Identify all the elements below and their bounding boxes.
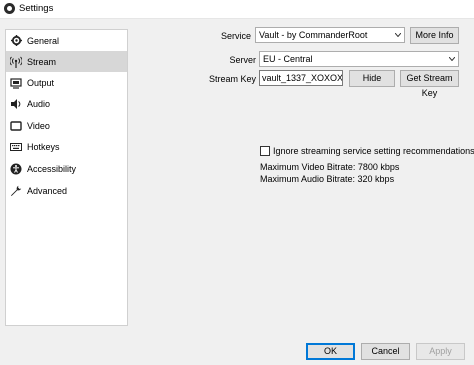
wrench-icon: [10, 185, 22, 197]
sidebar-item-label: General: [27, 35, 60, 46]
speaker-icon: [10, 98, 22, 110]
service-dropdown[interactable]: Vault - by CommanderRoot: [255, 27, 405, 43]
sidebar-item-general[interactable]: General: [6, 30, 127, 51]
sidebar-item-label: Stream: [27, 56, 57, 67]
monitor-icon: [10, 120, 22, 132]
max-audio-bitrate: Maximum Audio Bitrate: 320 kbps: [260, 174, 395, 184]
output-icon: [10, 77, 22, 89]
ignore-recommendations-label: Ignore streaming service setting recomme…: [273, 146, 474, 156]
sidebar-item-output[interactable]: Output: [6, 72, 127, 93]
sidebar-item-accessibility[interactable]: Accessibility: [6, 158, 127, 179]
service-label: Service: [220, 31, 251, 41]
sidebar-item-label: Hotkeys: [27, 141, 60, 152]
more-info-button[interactable]: More Info: [410, 27, 459, 44]
sidebar-item-stream[interactable]: Stream: [6, 51, 127, 72]
chevron-down-icon: [449, 57, 455, 61]
accessibility-icon: [10, 163, 22, 175]
obs-logo-icon: [4, 3, 15, 14]
sidebar-item-audio[interactable]: Audio: [6, 93, 127, 114]
antenna-icon: [10, 56, 22, 68]
title-bar: Settings: [0, 0, 474, 19]
sidebar-item-label: Advanced: [27, 185, 68, 196]
sidebar-item-label: Audio: [27, 98, 51, 109]
sidebar-item-label: Output: [27, 77, 55, 88]
hide-key-button[interactable]: Hide: [349, 70, 395, 87]
window-title: Settings: [19, 3, 54, 14]
cancel-button[interactable]: Cancel: [361, 343, 410, 360]
server-dropdown[interactable]: EU - Central: [259, 51, 459, 67]
sidebar-item-advanced[interactable]: Advanced: [6, 180, 127, 201]
server-value: EU - Central: [263, 54, 313, 64]
ignore-recommendations-checkbox[interactable]: [260, 146, 270, 156]
keyboard-icon: [10, 141, 22, 153]
stream-key-input[interactable]: vault_1337_XOXOXOX: [259, 70, 343, 86]
sidebar-item-hotkeys[interactable]: Hotkeys: [6, 136, 127, 157]
service-value: Vault - by CommanderRoot: [259, 30, 368, 40]
server-label: Server: [229, 55, 256, 65]
sidebar-item-video[interactable]: Video: [6, 115, 127, 136]
apply-button[interactable]: Apply: [416, 343, 465, 360]
gear-icon: [10, 35, 22, 47]
sidebar-item-label: Video: [27, 120, 50, 131]
ok-button[interactable]: OK: [306, 343, 355, 360]
settings-sidebar: General Stream Output Audio Video Hotkey…: [5, 29, 128, 326]
stream-key-label: Stream Key: [208, 74, 256, 84]
max-video-bitrate: Maximum Video Bitrate: 7800 kbps: [260, 162, 400, 172]
chevron-down-icon: [395, 33, 401, 37]
sidebar-item-label: Accessibility: [27, 163, 77, 174]
get-stream-key-button[interactable]: Get Stream Key: [400, 70, 459, 98]
